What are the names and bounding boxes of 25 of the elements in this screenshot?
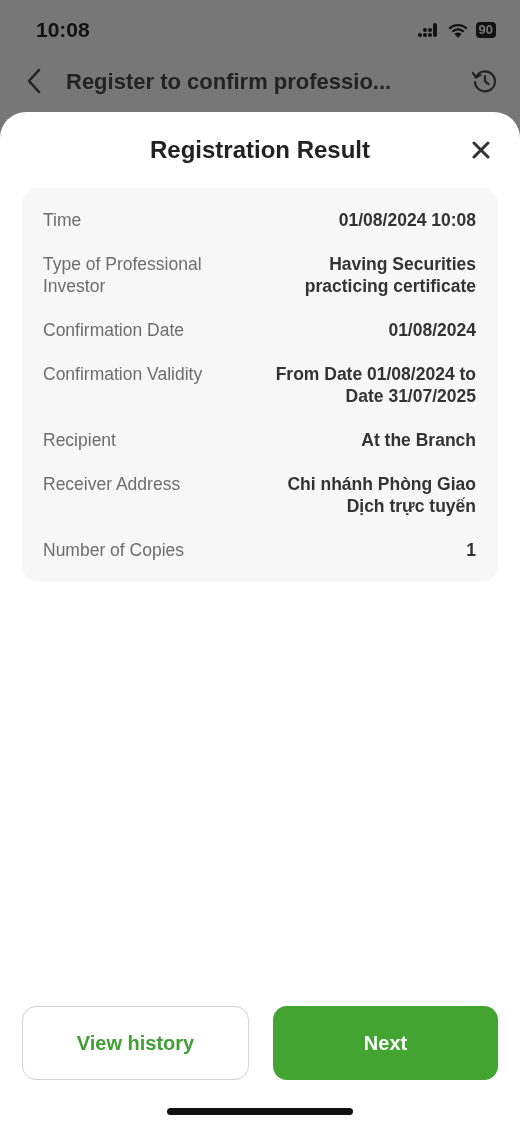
sheet-title: Registration Result — [150, 135, 370, 165]
field-value: 1 — [465, 539, 476, 561]
wifi-icon — [447, 22, 468, 38]
field-value: At the Branch — [360, 429, 476, 451]
field-value: 01/08/2024 — [387, 319, 476, 341]
field-label: Time — [43, 209, 83, 231]
history-icon[interactable] — [472, 68, 498, 94]
field-label: Number of Copies — [43, 539, 186, 561]
field-value: 01/08/2024 10:08 — [337, 209, 476, 231]
field-label: Receiver Address — [43, 473, 182, 496]
field-label: Type of Professional Investor — [43, 253, 203, 297]
battery-level: 90 — [475, 22, 496, 38]
field-label: Recipient — [43, 429, 117, 451]
status-time: 10:08 — [36, 17, 90, 44]
field-value: Having Securities practicing certificate — [303, 253, 476, 297]
signal-icon — [417, 23, 440, 37]
next-button[interactable]: Next — [273, 1006, 498, 1080]
back-icon[interactable] — [26, 68, 42, 94]
field-label: Confirmation Date — [43, 319, 186, 341]
field-value: From Date 01/08/2024 to Date 31/07/2025 — [274, 363, 476, 407]
field-label: Confirmation Validity — [43, 363, 204, 386]
page-title: Register to confirm professio... — [66, 67, 393, 96]
close-icon[interactable] — [472, 141, 490, 159]
view-history-button[interactable]: View history — [22, 1006, 249, 1080]
field-value: Chi nhánh Phòng Giao Dịch trực tuyến — [286, 473, 476, 517]
